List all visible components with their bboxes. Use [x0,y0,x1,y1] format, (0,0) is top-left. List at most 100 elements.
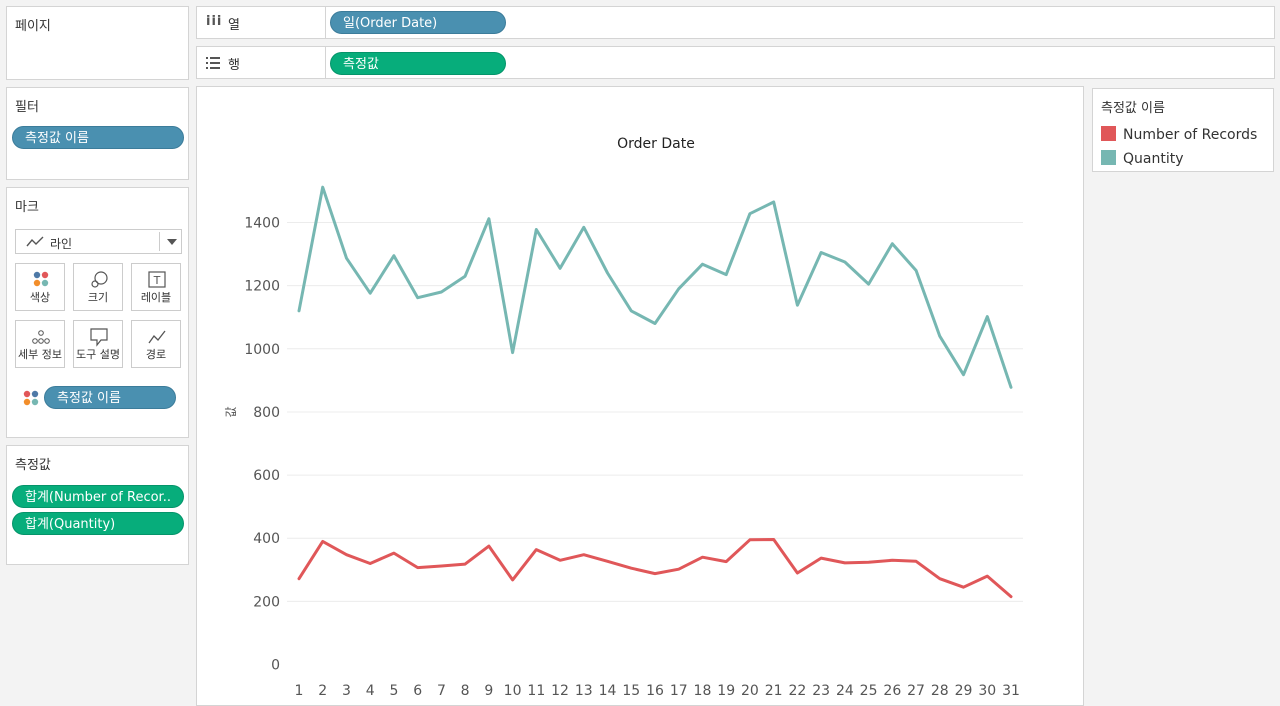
x-tick-label: 21 [765,683,783,699]
x-tick-label: 15 [622,683,640,699]
tooltip-icon [90,328,108,347]
rows-shelf-label: 행 [228,58,240,73]
y-tick-label: 600 [253,468,280,484]
marks-panel-title: 마크 [15,200,39,215]
x-tick-label: 8 [461,683,470,699]
x-tick-label: 5 [389,683,398,699]
measure-values-title: 측정값 [15,458,51,473]
line-mark-icon [26,236,44,247]
toolbar-strip [0,0,1280,4]
x-tick-label: 24 [836,683,854,699]
line-chart: Order Date 값 02004006008001000120014001 2… [224,136,1023,699]
legend-swatch-quantity [1101,150,1116,165]
measure-pill-number-of-records[interactable]: 합계(Number of Recor.. [12,485,184,508]
rows-shelf-label-area: 행 [197,47,326,78]
chevron-down-icon [167,239,177,245]
y-tick-label: 0 [271,658,280,674]
mark-color-button[interactable]: 색상 [15,263,65,311]
pages-panel-title: 페이지 [15,19,51,34]
x-tick-label: 23 [812,683,830,699]
y-axis-label: 값 [224,406,238,417]
legend-label-quantity: Quantity [1123,151,1184,167]
x-tick-label: 27 [907,683,925,699]
legend-item-number-of-records[interactable]: Number of Records [1101,126,1257,143]
x-tick-label: 14 [599,683,617,699]
mark-color-label: 색상 [29,291,51,304]
mark-size-label: 크기 [87,291,109,304]
columns-icon: iii [206,14,223,29]
legend-label-number-of-records: Number of Records [1123,127,1258,143]
x-tick-label: 30 [978,683,996,699]
svg-text:T: T [153,274,161,287]
mark-size-button[interactable]: 크기 [73,263,123,311]
x-tick-label: 10 [504,683,522,699]
legend-item-quantity[interactable]: Quantity [1101,150,1184,167]
y-tick-label: 800 [253,405,280,421]
x-tick-label: 3 [342,683,351,699]
rows-icon [206,57,220,69]
filters-panel-title: 필터 [15,100,39,115]
path-icon [148,330,166,344]
mark-tooltip-label: 도구 설명 [76,348,120,361]
x-tick-label: 2 [318,683,327,699]
mark-type-label: 라인 [50,237,73,251]
mark-label-label: 레이블 [140,291,172,304]
y-tick-label: 400 [253,531,280,547]
y-tick-label: 1000 [244,342,280,358]
series-line-number-of-records [297,538,1013,599]
color-encoding-icon [23,390,39,406]
x-tick-label: 13 [575,683,593,699]
mark-path-button[interactable]: 경로 [131,320,181,368]
x-tick-label: 20 [741,683,759,699]
rows-pill-measure-values[interactable]: 측정값 [330,52,506,75]
chart-view[interactable]: Order Date 값 0 200 400 600 800 1000 1200 1400 1 2… [196,86,1084,706]
size-icon [91,271,108,288]
x-tick-label: 4 [366,683,375,699]
rows-shelf[interactable]: 행 측정값 [196,46,1275,79]
mark-detail-label: 세부 정보 [18,348,62,361]
text-label-icon: T [148,271,166,288]
mark-label-button[interactable]: T 레이블 [131,263,181,311]
columns-shelf[interactable]: iii 열 일(Order Date) [196,6,1275,39]
measure-pill-quantity[interactable]: 합계(Quantity) [12,512,184,535]
marks-panel[interactable]: 마크 라인 색상 크기 T 레이블 세부 정보 도구 설명 경로 측정값 이름 [6,187,189,438]
filter-pill-measure-names[interactable]: 측정값 이름 [12,126,184,149]
color-icon [33,271,49,287]
filters-panel[interactable]: 필터 측정값 이름 [6,87,189,180]
x-tick-label: 7 [437,683,446,699]
pages-panel[interactable]: 페이지 [6,6,189,80]
mark-tooltip-button[interactable]: 도구 설명 [73,320,123,368]
x-tick-label: 19 [717,683,735,699]
x-tick-label: 26 [883,683,901,699]
x-tick-label: 28 [931,683,949,699]
x-tick-label: 17 [670,683,688,699]
x-tick-label: 22 [788,683,806,699]
columns-pill-order-date[interactable]: 일(Order Date) [330,11,506,34]
x-tick-label: 29 [955,683,973,699]
mark-path-label: 경로 [145,348,167,361]
measure-values-panel[interactable]: 측정값 합계(Number of Recor.. 합계(Quantity) [6,445,189,565]
y-tick-label: 1200 [244,279,280,295]
x-tick-label: 16 [646,683,664,699]
mark-type-dropdown[interactable]: 라인 [15,229,182,254]
x-tick-label: 9 [484,683,493,699]
columns-shelf-label: 열 [228,18,240,33]
legend-swatch-number-of-records [1101,126,1116,141]
x-tick-label: 1 [295,683,304,699]
x-tick-label: 11 [527,683,545,699]
dropdown-divider [159,232,160,251]
mark-detail-button[interactable]: 세부 정보 [15,320,65,368]
chart-title: Order Date [617,136,695,152]
series-line-quantity [297,185,1013,389]
legend-title: 측정값 이름 [1101,101,1165,116]
x-tick-label: 31 [1002,683,1020,699]
color-pill-measure-names[interactable]: 측정값 이름 [44,386,176,409]
legend-panel[interactable]: 측정값 이름 Number of Records Quantity [1092,88,1274,172]
detail-icon [32,330,50,344]
y-tick-label: 200 [253,594,280,610]
columns-shelf-label-area: iii 열 [197,7,326,38]
x-tick-label: 12 [551,683,569,699]
x-tick-label: 18 [694,683,712,699]
y-tick-label: 1400 [244,216,280,232]
x-tick-label: 6 [413,683,422,699]
